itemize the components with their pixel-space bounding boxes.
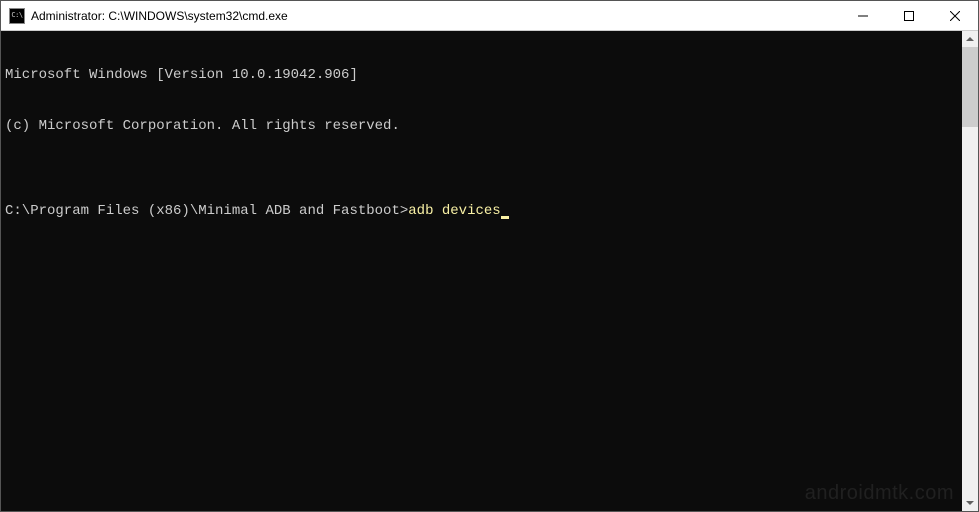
cursor [501,216,509,219]
cmd-window: C:\ Administrator: C:\WINDOWS\system32\c… [0,0,979,512]
close-button[interactable] [932,1,978,30]
scroll-down-button[interactable] [962,495,978,511]
cmd-icon: C:\ [9,8,25,24]
minimize-button[interactable] [840,1,886,30]
prompt-path: C:\Program Files (x86)\Minimal ADB and F… [5,203,408,219]
terminal-line-copyright: (c) Microsoft Corporation. All rights re… [5,118,958,135]
vertical-scrollbar[interactable] [962,31,978,511]
maximize-button[interactable] [886,1,932,30]
chevron-up-icon [966,37,974,41]
close-icon [950,11,960,21]
maximize-icon [904,11,914,21]
terminal-prompt-line: C:\Program Files (x86)\Minimal ADB and F… [5,203,958,220]
terminal-content[interactable]: Microsoft Windows [Version 10.0.19042.90… [1,31,962,511]
window-controls [840,1,978,30]
scrollbar-track[interactable] [962,47,978,495]
scroll-up-button[interactable] [962,31,978,47]
titlebar[interactable]: C:\ Administrator: C:\WINDOWS\system32\c… [1,1,978,31]
terminal-body: Microsoft Windows [Version 10.0.19042.90… [1,31,978,511]
minimize-icon [858,11,868,21]
command-input: adb devices [408,203,500,219]
window-title: Administrator: C:\WINDOWS\system32\cmd.e… [31,9,840,23]
scrollbar-thumb[interactable] [962,47,978,127]
terminal-line-version: Microsoft Windows [Version 10.0.19042.90… [5,67,958,84]
chevron-down-icon [966,501,974,505]
